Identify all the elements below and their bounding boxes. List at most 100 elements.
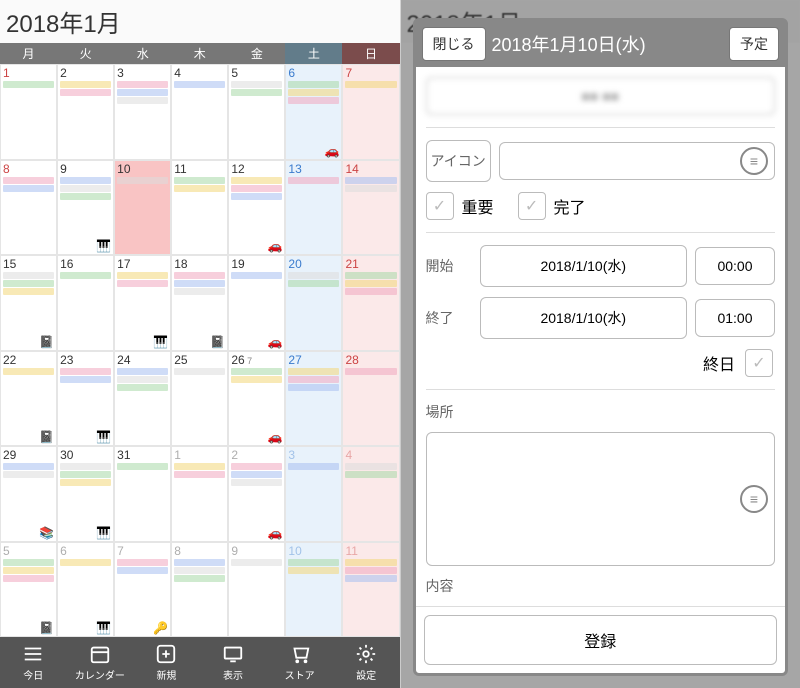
event-icon: 🎹	[96, 526, 111, 540]
event-icon: 🚗	[267, 526, 282, 540]
day-cell[interactable]: 10	[285, 542, 342, 638]
event-panel: 2018年1月 閉じる 2018年1月10日(水) 予定 ■■ ■■ アイコン …	[401, 0, 800, 688]
end-time-button[interactable]: 01:00	[695, 299, 775, 337]
weekday-cell: 月	[0, 43, 57, 64]
day-cell[interactable]: 11	[171, 160, 228, 256]
event-icon: 📓	[39, 335, 54, 349]
place-input[interactable]: ≡	[426, 432, 776, 566]
start-time-button[interactable]: 00:00	[695, 247, 775, 285]
toolbar-label: 設定	[356, 667, 376, 682]
list-icon: ≡	[740, 147, 768, 175]
event-icon: 📚	[39, 526, 54, 540]
bottom-toolbar: 今日 カレンダー 新規 表示 ストア 設定	[0, 637, 400, 688]
toolbar-today[interactable]: 今日	[0, 637, 67, 688]
day-cell[interactable]: 7🔑	[114, 542, 171, 638]
title-input[interactable]: ■■ ■■	[426, 77, 776, 115]
event-icon: 🎹	[153, 335, 168, 349]
day-cell[interactable]: 5📓	[0, 542, 57, 638]
list-icon: ≡	[740, 485, 768, 513]
start-row: 開始 2018/1/10(水) 00:00	[426, 245, 776, 287]
day-cell[interactable]: 29📚	[0, 446, 57, 542]
day-cell[interactable]: 6🚗	[285, 64, 342, 160]
toolbar-label: 表示	[223, 667, 243, 682]
event-icon: 📓	[39, 430, 54, 444]
day-cell[interactable]: 22📓	[0, 351, 57, 447]
toolbar-label: 今日	[23, 667, 43, 682]
day-cell[interactable]: 19🚗	[228, 255, 285, 351]
event-icon: 🚗	[267, 430, 282, 444]
day-cell[interactable]: 27	[285, 351, 342, 447]
important-checkbox[interactable]: ✓ 重要	[426, 192, 494, 220]
day-cell[interactable]: 28	[342, 351, 399, 447]
weekday-cell: 金	[228, 43, 285, 64]
allday-row: 終日 ✓	[426, 349, 776, 377]
day-cell[interactable]: 6🎹	[57, 542, 114, 638]
icon-picker[interactable]: ≡	[499, 142, 775, 180]
day-cell[interactable]: 17🎹	[114, 255, 171, 351]
check-icon: ✓	[426, 192, 454, 220]
day-cell[interactable]: 31	[114, 446, 171, 542]
day-cell[interactable]: 30🎹	[57, 446, 114, 542]
day-cell[interactable]: 5	[228, 64, 285, 160]
event-icon: 🎹	[96, 621, 111, 635]
event-icon: 🚗	[267, 239, 282, 253]
day-cell[interactable]: 16	[57, 255, 114, 351]
day-cell[interactable]: 26 7🚗	[228, 351, 285, 447]
icon-label[interactable]: アイコン	[426, 140, 491, 182]
day-cell[interactable]: 20	[285, 255, 342, 351]
end-row: 終了 2018/1/10(水) 01:00	[426, 297, 776, 339]
day-cell[interactable]: 15📓	[0, 255, 57, 351]
day-cell[interactable]: 9🎹	[57, 160, 114, 256]
day-cell[interactable]: 9	[228, 542, 285, 638]
weekday-cell: 日	[342, 43, 399, 64]
allday-checkbox[interactable]: ✓	[745, 349, 773, 377]
day-cell[interactable]: 1	[0, 64, 57, 160]
event-icon: 🚗	[325, 144, 340, 158]
place-label: 場所	[426, 402, 776, 422]
day-cell[interactable]: 4	[342, 446, 399, 542]
event-icon: 🚗	[267, 335, 282, 349]
toolbar-display[interactable]: 表示	[200, 637, 267, 688]
toolbar-label: カレンダー	[75, 667, 125, 682]
close-button[interactable]: 閉じる	[422, 27, 486, 61]
toolbar-new[interactable]: 新規	[133, 637, 200, 688]
day-cell[interactable]: 24	[114, 351, 171, 447]
day-cell[interactable]: 2	[57, 64, 114, 160]
day-cell[interactable]: 2🚗	[228, 446, 285, 542]
day-cell[interactable]: 3	[285, 446, 342, 542]
day-cell[interactable]: 1	[171, 446, 228, 542]
day-cell[interactable]: 8	[0, 160, 57, 256]
day-cell[interactable]: 25	[171, 351, 228, 447]
day-cell[interactable]: 4	[171, 64, 228, 160]
event-icon: 📓	[210, 335, 225, 349]
day-cell[interactable]: 12🚗	[228, 160, 285, 256]
event-type-button[interactable]: 予定	[729, 27, 779, 61]
day-cell[interactable]: 7	[342, 64, 399, 160]
icon-row: アイコン ≡	[426, 140, 776, 182]
done-checkbox[interactable]: ✓ 完了	[518, 192, 586, 220]
toolbar-label: ストア	[285, 667, 315, 682]
day-cell[interactable]: 14	[342, 160, 399, 256]
day-cell[interactable]: 10	[114, 160, 171, 256]
day-cell[interactable]: 21	[342, 255, 399, 351]
calendar-title: 2018年1月	[0, 0, 400, 43]
event-icon: 🎹	[96, 239, 111, 253]
day-cell[interactable]: 23🎹	[57, 351, 114, 447]
day-cell[interactable]: 8	[171, 542, 228, 638]
event-icon: 🎹	[96, 430, 111, 444]
weekday-cell: 火	[57, 43, 114, 64]
toolbar-calendar[interactable]: カレンダー	[67, 637, 134, 688]
weekday-cell: 木	[171, 43, 228, 64]
day-cell[interactable]: 18📓	[171, 255, 228, 351]
check-icon: ✓	[518, 192, 546, 220]
submit-button[interactable]: 登録	[424, 615, 778, 665]
day-cell[interactable]: 3	[114, 64, 171, 160]
day-cell[interactable]: 13	[285, 160, 342, 256]
day-cell[interactable]: 11	[342, 542, 399, 638]
end-date-button[interactable]: 2018/1/10(水)	[480, 297, 688, 339]
weekday-header: 月火水木金土日	[0, 43, 400, 64]
toolbar-store[interactable]: ストア	[266, 637, 333, 688]
toolbar-label: 新規	[156, 667, 176, 682]
start-date-button[interactable]: 2018/1/10(水)	[480, 245, 688, 287]
toolbar-settings[interactable]: 設定	[333, 637, 400, 688]
